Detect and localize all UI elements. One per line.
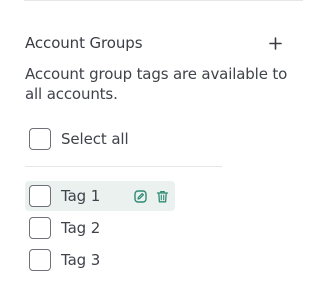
plus-icon <box>268 36 282 50</box>
section-description: Account group tags are available to all … <box>25 65 288 103</box>
tag-row[interactable]: Tag 1 <box>25 181 175 211</box>
select-all-row[interactable]: Select all <box>25 124 175 154</box>
tag-row[interactable]: Tag 2 <box>25 213 175 243</box>
select-all-label: Select all <box>61 130 129 148</box>
select-all-checkbox[interactable] <box>29 128 51 150</box>
top-divider <box>24 0 303 1</box>
tag-checkbox[interactable] <box>29 249 51 271</box>
tag-label: Tag 1 <box>61 187 101 205</box>
tag-label: Tag 2 <box>61 219 101 237</box>
tag-label: Tag 3 <box>61 251 101 269</box>
list-divider <box>25 166 222 167</box>
trash-icon <box>156 190 168 202</box>
edit-tag-button[interactable] <box>133 189 147 203</box>
tag-checkbox[interactable] <box>29 185 51 207</box>
section-header: Account Groups <box>25 32 282 54</box>
tag-checkbox[interactable] <box>29 217 51 239</box>
tag-row[interactable]: Tag 3 <box>25 245 175 275</box>
tag-actions <box>133 189 169 203</box>
delete-tag-button[interactable] <box>155 189 169 203</box>
section-title: Account Groups <box>25 34 143 52</box>
add-account-group-button[interactable] <box>265 33 285 53</box>
edit-icon <box>133 189 147 203</box>
